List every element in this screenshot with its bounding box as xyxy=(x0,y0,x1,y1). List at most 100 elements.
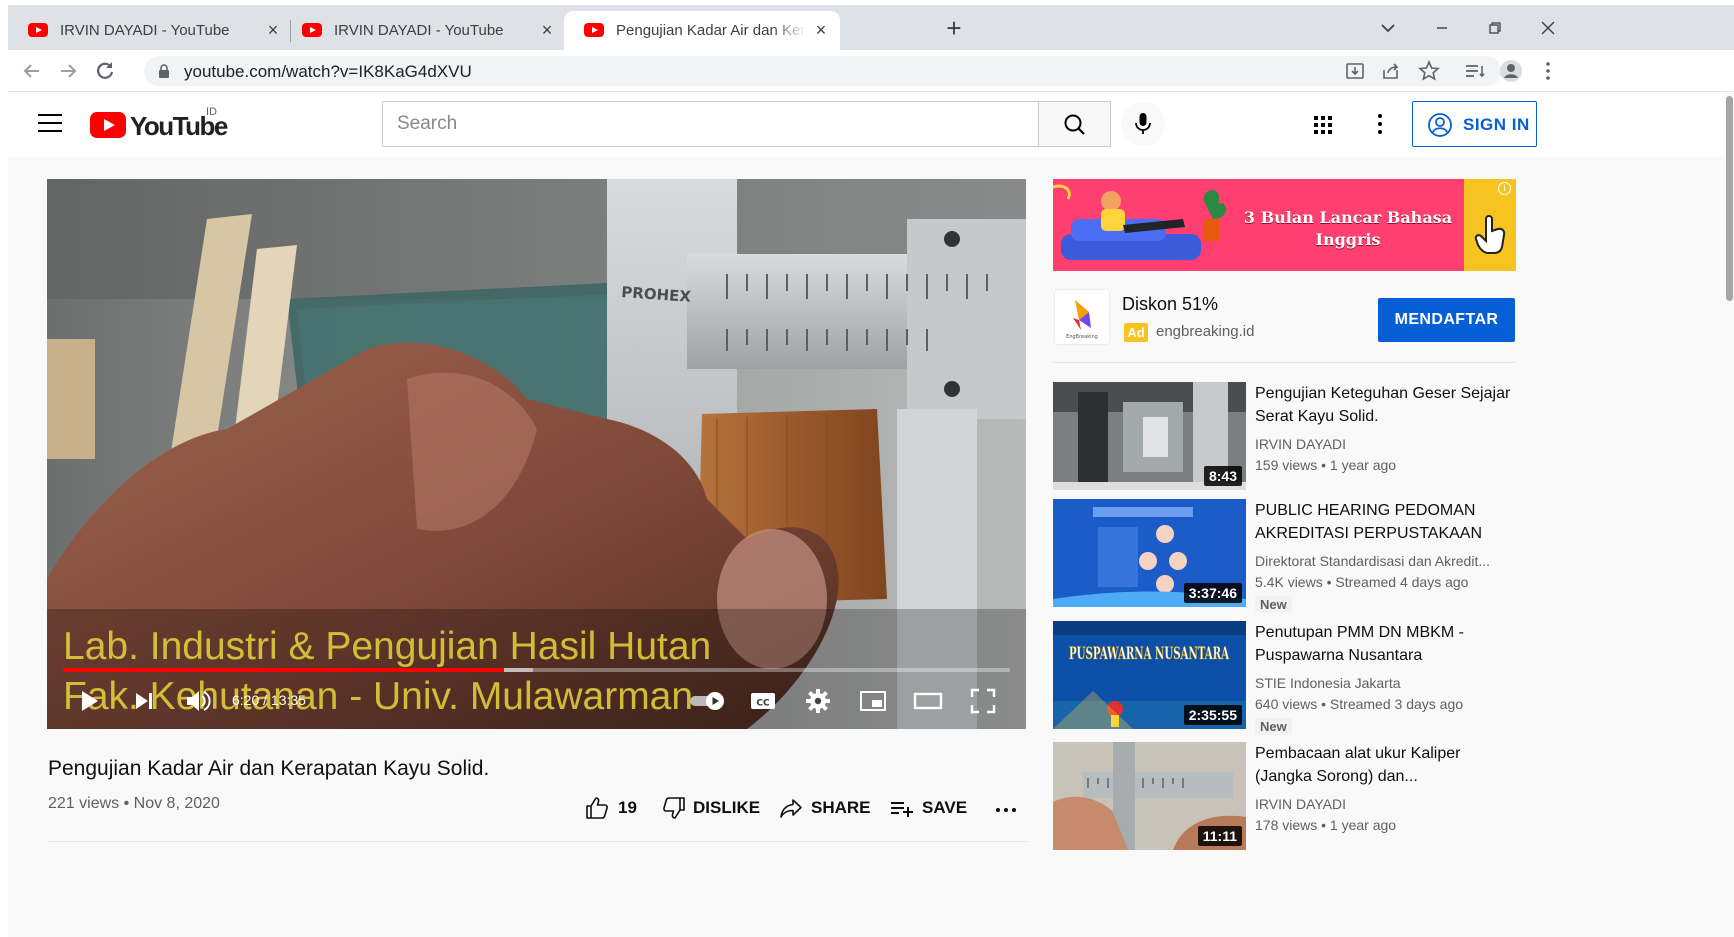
reading-list-icon[interactable] xyxy=(1463,59,1487,83)
restore-button[interactable] xyxy=(1482,15,1508,41)
microphone-icon xyxy=(1135,113,1151,134)
youtube-masthead: YouTube ID SIGN IN xyxy=(8,93,1734,157)
tab-pengujian-active[interactable]: Pengujian Kadar Air dan Kerapatan × xyxy=(564,11,840,50)
played-bar xyxy=(63,668,505,672)
autoplay-toggle-icon[interactable] xyxy=(688,686,728,716)
new-badge: New xyxy=(1255,596,1292,613)
forward-arrow-icon[interactable] xyxy=(55,58,81,84)
ad-info-icon[interactable]: i xyxy=(1498,182,1511,195)
channel-name[interactable]: IRVIN DAYADI xyxy=(1255,796,1517,812)
buffered-bar xyxy=(504,668,533,672)
settings-gear-icon[interactable] xyxy=(803,686,833,716)
search-button[interactable] xyxy=(1038,101,1111,147)
like-count: 19 xyxy=(618,798,637,817)
reload-icon[interactable] xyxy=(92,58,118,84)
advertiser-logo[interactable]: EngBreaking xyxy=(1055,290,1109,344)
back-arrow-icon[interactable] xyxy=(19,58,45,84)
divider xyxy=(1053,362,1516,363)
ad-banner[interactable]: 3 Bulan Lancar Bahasa Inggris i xyxy=(1053,179,1516,271)
recommended-video[interactable]: PUSPAWARNA NUSANTARA 2:35:55 Penutupan P… xyxy=(1053,621,1523,735)
video-thumbnail[interactable]: 3:37:46 xyxy=(1053,499,1246,607)
thumbs-up-icon xyxy=(586,797,608,819)
video-thumbnail[interactable]: 8:43 xyxy=(1053,382,1246,490)
video-caption-line-1: Lab. Industri & Pengujian Hasil Hutan xyxy=(63,625,712,668)
close-tab-icon[interactable]: × xyxy=(812,21,830,39)
save-label: SAVE xyxy=(922,798,968,817)
advertiser-logo-caption: EngBreaking xyxy=(1066,334,1098,340)
tab-irvin-1[interactable]: IRVIN DAYADI - YouTube × xyxy=(8,11,290,50)
search-input[interactable] xyxy=(383,102,1039,146)
sign-in-button[interactable]: SIGN IN xyxy=(1412,101,1537,147)
divider xyxy=(48,841,1027,842)
playlist-add-icon xyxy=(891,802,913,817)
recommended-video-title[interactable]: Pembacaan alat ukur Kaliper (Jangka Soro… xyxy=(1255,742,1517,788)
youtube-favicon-icon xyxy=(28,23,48,37)
save-button[interactable]: SAVE xyxy=(889,795,969,821)
dislike-button[interactable]: DISLIKE xyxy=(661,795,761,821)
sign-in-label: SIGN IN xyxy=(1463,115,1530,134)
share-arrow-icon xyxy=(780,799,802,818)
recommended-video[interactable]: 11:11 Pembacaan alat ukur Kaliper (Jangk… xyxy=(1053,742,1523,852)
subtitles-cc-icon[interactable]: CC xyxy=(748,686,778,716)
close-tab-icon[interactable]: × xyxy=(264,21,282,39)
browser-toolbar: youtube.com/watch?v=IK8KaG4dXVU xyxy=(8,50,1734,92)
video-thumbnail[interactable]: 11:11 xyxy=(1053,742,1246,850)
tab-irvin-2[interactable]: IRVIN DAYADI - YouTube × xyxy=(282,11,564,50)
new-tab-button[interactable]: + xyxy=(943,15,965,41)
video-duration: 2:35:55 xyxy=(1183,705,1242,725)
bookmark-star-icon[interactable] xyxy=(1417,59,1441,83)
apps-grid-icon[interactable] xyxy=(1311,113,1335,137)
tab-search-chevron-icon[interactable] xyxy=(1375,15,1401,41)
scrollbar-thumb[interactable] xyxy=(1726,96,1733,301)
channel-name[interactable]: IRVIN DAYADI xyxy=(1255,436,1517,452)
video-meta: 640 views • Streamed 3 days ago xyxy=(1255,696,1464,712)
share-button[interactable]: SHARE xyxy=(778,795,871,821)
more-actions-icon[interactable] xyxy=(993,795,1019,821)
page-scrollbar[interactable] xyxy=(1725,93,1734,937)
ad-signup-button[interactable]: MENDAFTAR xyxy=(1378,298,1515,342)
minimize-button[interactable] xyxy=(1429,15,1455,41)
hamburger-menu-icon[interactable] xyxy=(38,114,62,134)
video-duration: 8:43 xyxy=(1203,466,1242,486)
share-page-icon[interactable] xyxy=(1379,59,1403,83)
video-thumbnail[interactable]: PUSPAWARNA NUSANTARA 2:35:55 xyxy=(1053,621,1246,729)
browser-menu-icon[interactable] xyxy=(1536,59,1560,83)
country-code: ID xyxy=(206,106,217,118)
video-views-date: 221 views • Nov 8, 2020 xyxy=(48,795,220,812)
svg-text:CC: CC xyxy=(756,699,770,709)
close-window-button[interactable] xyxy=(1535,15,1561,41)
video-meta: 5.4K views • Streamed 4 days ago xyxy=(1255,574,1469,590)
video-meta: 159 views • 1 year ago xyxy=(1255,457,1397,473)
video-meta: 178 views • 1 year ago xyxy=(1255,817,1397,833)
recommended-video-title[interactable]: Penutupan PMM DN MBKM - Puspawarna Nusan… xyxy=(1255,621,1517,667)
volume-icon[interactable] xyxy=(183,686,213,716)
video-progress-bar[interactable] xyxy=(63,668,1010,672)
video-title: Pengujian Kadar Air dan Kerapatan Kayu S… xyxy=(48,757,490,780)
miniplayer-icon[interactable] xyxy=(858,686,888,716)
recommended-video[interactable]: 3:37:46 PUBLIC HEARING PEDOMAN AKREDITAS… xyxy=(1053,499,1523,613)
install-app-icon[interactable] xyxy=(1343,59,1367,83)
settings-more-icon[interactable] xyxy=(1368,111,1392,137)
ad-headline[interactable]: Diskon 51% xyxy=(1122,294,1218,315)
theater-mode-icon[interactable] xyxy=(913,686,943,716)
like-button[interactable]: 19 xyxy=(584,795,644,821)
recommended-video-title[interactable]: PUBLIC HEARING PEDOMAN AKREDITASI PERPUS… xyxy=(1255,499,1517,545)
video-player[interactable]: PROHEX Lab. Industri & Pengujian Hasil H… xyxy=(47,179,1026,729)
next-video-icon[interactable] xyxy=(129,686,159,716)
channel-name[interactable]: Direktorat Standardisasi dan Akredit... xyxy=(1255,553,1517,569)
recommended-video[interactable]: 8:43 Pengujian Keteguhan Geser Sejajar S… xyxy=(1053,382,1523,492)
fullscreen-icon[interactable] xyxy=(968,686,998,716)
dislike-label: DISLIKE xyxy=(693,798,761,817)
play-icon[interactable] xyxy=(74,686,104,716)
ad-domain[interactable]: engbreaking.id xyxy=(1156,323,1254,340)
channel-name[interactable]: STIE Indonesia Jakarta xyxy=(1255,675,1517,691)
thumbnail-text: PUSPAWARNA NUSANTARA xyxy=(1069,644,1229,664)
profile-avatar-icon[interactable] xyxy=(1499,59,1523,83)
recommended-video-title[interactable]: Pengujian Keteguhan Geser Sejajar Serat … xyxy=(1255,382,1517,428)
new-badge: New xyxy=(1255,718,1292,735)
video-duration: 11:11 xyxy=(1197,826,1242,846)
address-bar[interactable]: youtube.com/watch?v=IK8KaG4dXVU xyxy=(144,56,1501,86)
voice-search-button[interactable] xyxy=(1121,102,1165,146)
close-tab-icon[interactable]: × xyxy=(538,21,556,39)
account-circle-icon xyxy=(1428,113,1452,137)
